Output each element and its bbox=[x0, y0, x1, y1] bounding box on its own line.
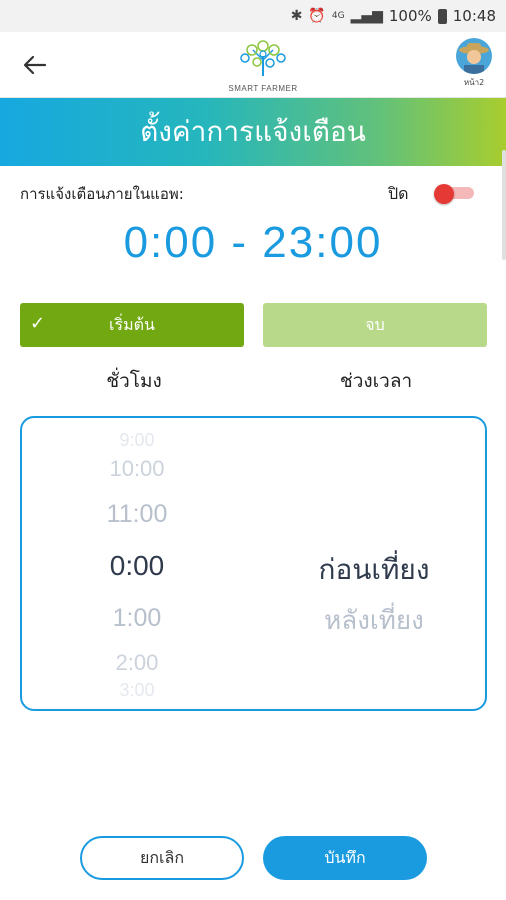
battery-level: 100% bbox=[388, 7, 432, 25]
app-header: SMART FARMER หน้า2 bbox=[0, 32, 506, 98]
tree-logo-icon bbox=[240, 40, 286, 76]
hour-option-selected[interactable]: 0:00 bbox=[82, 550, 192, 582]
battery-icon bbox=[437, 8, 447, 24]
hour-option[interactable]: 1:00 bbox=[82, 604, 192, 633]
signal-icon: ▂▄▆ bbox=[350, 8, 383, 24]
cancel-button[interactable]: ยกเลิก bbox=[80, 836, 244, 880]
period-option-selected[interactable]: ก่อนเที่ยง bbox=[284, 548, 464, 592]
tab-start[interactable]: ✓ เริ่มต้น bbox=[20, 303, 244, 347]
hour-option[interactable]: 9:00 bbox=[82, 430, 192, 451]
hour-option[interactable]: 3:00 bbox=[82, 680, 192, 701]
check-icon: ✓ bbox=[30, 313, 46, 334]
hour-column-header: ชั่วโมง bbox=[106, 370, 162, 392]
hour-option[interactable]: 11:00 bbox=[82, 500, 192, 529]
farmer-avatar-icon bbox=[459, 43, 489, 74]
toggle-knob bbox=[434, 184, 454, 204]
period-column-header: ช่วงเวลา bbox=[339, 370, 413, 392]
alarm-icon: ⏰ bbox=[308, 8, 326, 24]
hour-option[interactable]: 10:00 bbox=[82, 456, 192, 482]
save-button[interactable]: บันทึก bbox=[263, 836, 427, 880]
notification-state: ปิด bbox=[388, 184, 409, 203]
avatar bbox=[456, 38, 492, 74]
notification-label: การแจ้งเตือนภายในแอพ: bbox=[20, 185, 184, 203]
back-button[interactable] bbox=[18, 50, 52, 80]
bluetooth-icon: ✱ bbox=[290, 8, 303, 24]
hour-option[interactable]: 2:00 bbox=[82, 650, 192, 676]
arrow-left-icon bbox=[23, 55, 47, 75]
tab-end-label: จบ bbox=[365, 314, 385, 334]
notification-toggle[interactable] bbox=[434, 184, 474, 204]
clock: 10:48 bbox=[452, 7, 496, 25]
smart-farmer-logo: SMART FARMER bbox=[218, 38, 308, 94]
title-banner: ตั้งค่าการแจ้งเตือน bbox=[0, 98, 506, 166]
profile-button[interactable]: หน้า2 bbox=[454, 38, 494, 89]
tab-end[interactable]: จบ bbox=[263, 303, 487, 347]
tab-start-label: เริ่มต้น bbox=[109, 314, 155, 334]
logo-text: SMART FARMER bbox=[228, 84, 298, 93]
time-picker[interactable]: 9:00 10:00 11:00 0:00 1:00 2:00 3:00 ก่อ… bbox=[20, 416, 487, 711]
avatar-label: หน้า2 bbox=[463, 78, 485, 87]
period-option[interactable]: หลังเที่ยง bbox=[284, 600, 464, 641]
page-title: ตั้งค่าการแจ้งเตือน bbox=[140, 115, 366, 148]
data-4g-icon: 4G bbox=[331, 11, 345, 21]
time-range-display: 0:00 - 23:00 bbox=[123, 218, 383, 267]
in-app-notification-row: การแจ้งเตือนภายในแอพ: ปิด bbox=[20, 180, 480, 206]
status-bar: ✱ ⏰ 4G ▂▄▆ 100% 10:48 bbox=[0, 0, 506, 32]
